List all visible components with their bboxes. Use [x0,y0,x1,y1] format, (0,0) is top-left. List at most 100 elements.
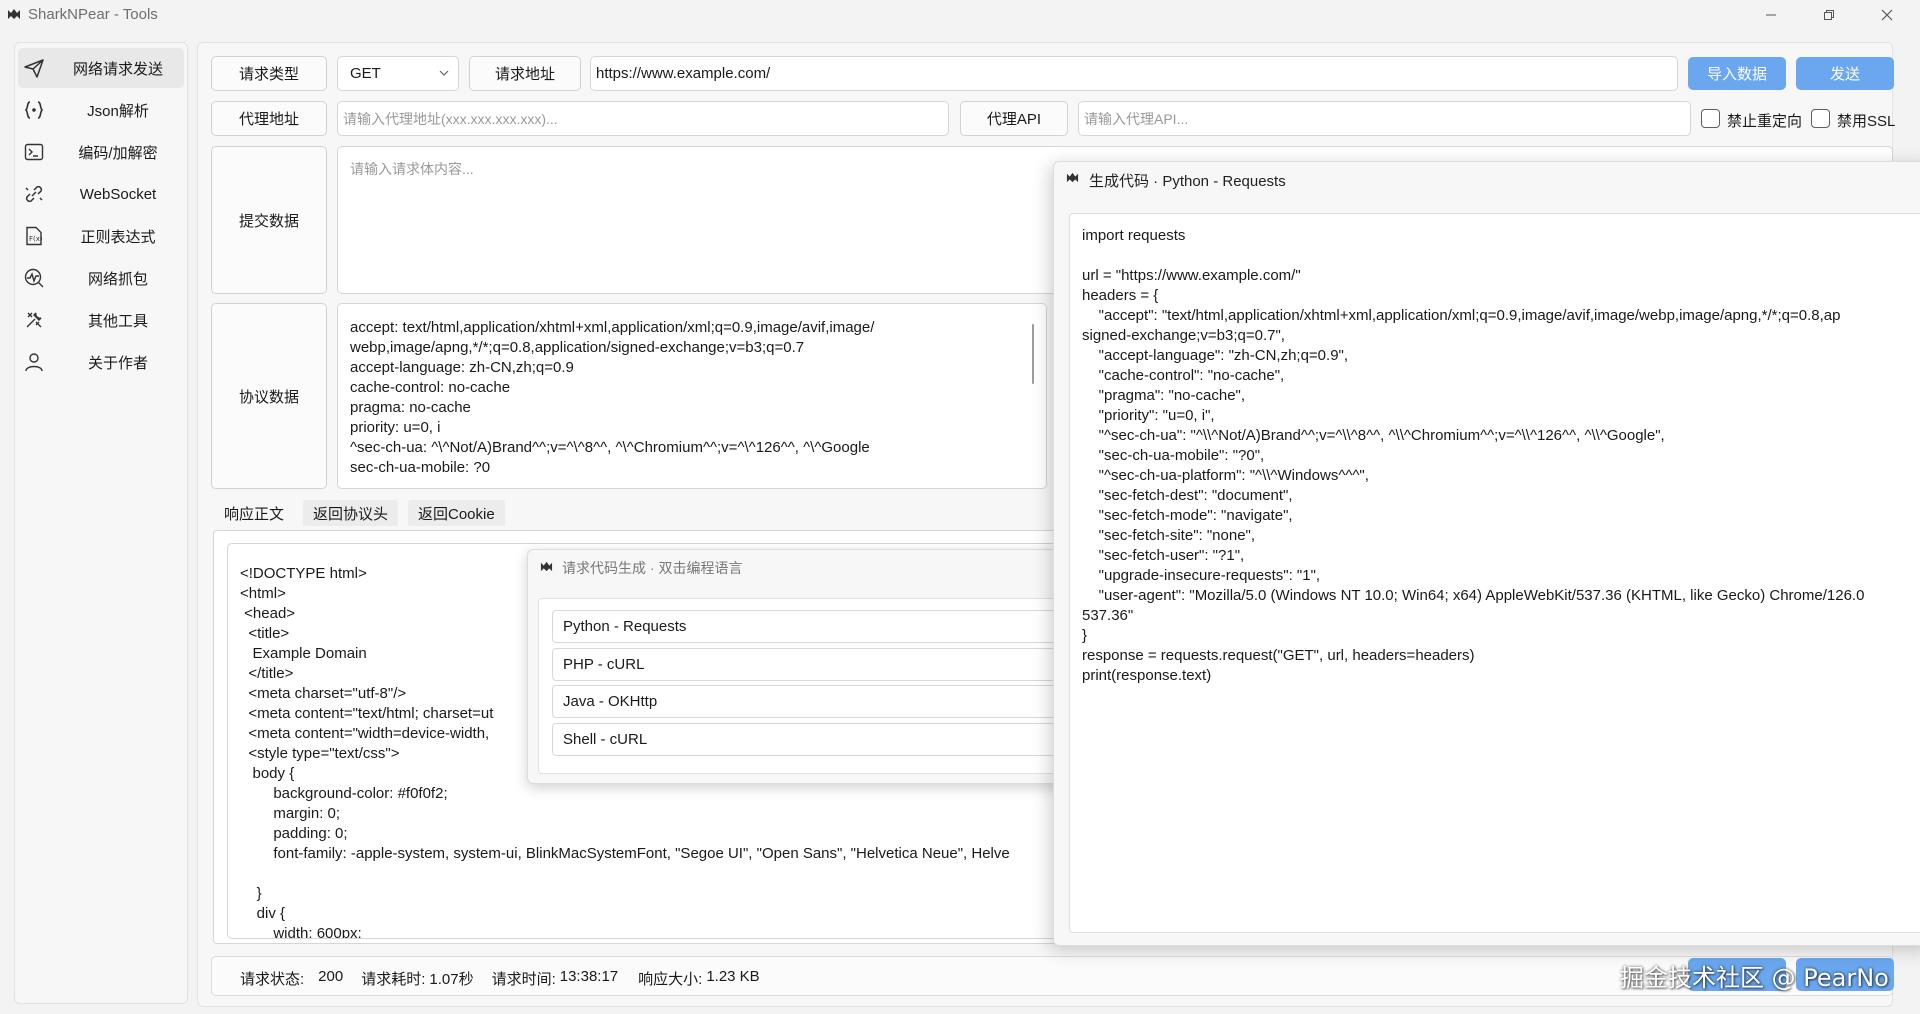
method-label-button[interactable]: 请求类型 [211,56,327,91]
sidebar: 网络请求发送 Json解析 编码/加解密 WebSocket F(x) 正则表达… [14,42,188,1004]
headers-input[interactable]: accept: text/html,application/xhtml+xml,… [337,303,1047,489]
code-line: } [1082,627,1088,644]
sidebar-item-capture[interactable]: 网络抓包 [18,258,184,298]
disable-ssl-label: 禁用SSL [1837,113,1896,130]
response-line: } [240,885,262,902]
terminal-icon [23,141,45,163]
app-logo-icon [1066,171,1079,188]
language-item-shell[interactable]: Shell - cURL [552,723,1072,756]
code-line: response = requests.request("GET", url, … [1082,647,1475,664]
status-state-label: 请求状态: [240,971,305,988]
response-line [240,864,1010,884]
restore-icon [1824,10,1834,20]
tab-response-cookie[interactable]: 返回Cookie [408,500,505,526]
status-size-value: 1.23 KB [706,968,760,985]
code-line: "upgrade-insecure-requests": "1", [1082,567,1321,584]
headers-label-button[interactable]: 协议数据 [211,303,327,489]
code-generation-dialog: 请求代码生成 · 双击编程语言 Python - Requests PHP - … [527,549,1073,784]
restore-button[interactable] [1800,0,1858,30]
tab-response-headers[interactable]: 返回协议头 [303,500,399,526]
header-line: webp,image/apng,*/*;q=0.8,application/si… [350,339,805,356]
code-line: "accept-language": "zh-CN,zh;q=0.9", [1082,347,1349,364]
language-item-java[interactable]: Java - OKHttp [552,685,1072,718]
app-logo-icon [540,560,553,577]
status-size-label: 响应大小: [638,971,703,988]
window-title: SharkNPear - Tools [28,6,158,23]
code-line: "sec-ch-ua-mobile": "?0", [1082,447,1265,464]
sidebar-item-http-request[interactable]: 网络请求发送 [18,48,184,88]
tab-response-body[interactable]: 响应正文 [214,500,295,526]
status-elapsed-value: 1.07秒 [429,971,474,988]
close-button[interactable] [1858,0,1916,30]
sidebar-item-json[interactable]: Json解析 [18,90,184,130]
sidebar-item-label: 网络抓包 [87,270,148,288]
svg-text:F(x): F(x) [29,235,43,243]
sidebar-item-encoding[interactable]: 编码/加解密 [18,132,184,172]
code-line: "pragma": "no-cache", [1082,387,1246,404]
title-bar: SharkNPear - Tools [0,0,1920,32]
send-button[interactable]: 发送 [1796,57,1894,90]
sidebar-item-about[interactable]: 关于作者 [18,342,184,382]
status-time-value: 13:38:17 [559,968,619,985]
sidebar-item-label: Json解析 [87,102,149,120]
minimize-icon [1766,14,1776,16]
url-input[interactable]: https://www.example.com/ [590,56,1678,91]
code-line: "sec-fetch-user": "?1", [1082,547,1245,564]
proxy-api-input[interactable]: 请输入代理API... [1078,101,1691,136]
code-line: "accept": "text/html,application/xhtml+x… [1082,307,1841,324]
request-body-placeholder: 请输入请求体内容... [350,161,474,177]
status-time-label: 请求时间: [491,971,556,988]
code-line: import requests [1082,227,1186,244]
code-line: url = "https://www.example.com/" [1082,267,1301,284]
sidebar-item-label: 编码/加解密 [78,144,158,162]
code-line: "sec-fetch-site": "none", [1082,527,1256,544]
import-data-button[interactable]: 导入数据 [1688,57,1786,90]
header-line: ^sec-ch-ua: ^\^Not/A)Brand^^;v=^\^8^^, ^… [350,439,870,456]
response-line: div { [240,905,286,922]
disable-ssl-checkbox[interactable] [1811,109,1830,128]
code-line: "sec-fetch-dest": "document", [1082,487,1293,504]
sidebar-item-tools[interactable]: 其他工具 [18,300,184,340]
code-line: "^sec-ch-ua-platform": "^\\^Windows^^^", [1082,467,1369,484]
language-item-python[interactable]: Python - Requests [552,610,1072,643]
sidebar-item-label: 网络请求发送 [72,60,163,78]
headers-text: accept: text/html,application/xhtml+xml,… [350,318,874,478]
proxy-input[interactable]: 请输入代理地址(xxx.xxx.xxx.xxx)... [337,101,949,136]
dialog-title: 请求代码生成 · 双击编程语言 [562,560,743,576]
url-label-button[interactable]: 请求地址 [469,56,581,91]
proxy-api-label-button[interactable]: 代理API [960,101,1068,136]
status-state-value: 200 [318,968,344,985]
code-line: "^sec-ch-ua": "^\\^Not/A)Brand^^;v=^\\^8… [1082,427,1665,444]
minimize-button[interactable] [1742,0,1800,30]
code-line: print(response.text) [1082,667,1212,684]
generated-code-output[interactable]: import requests url = "https://www.examp… [1069,213,1920,933]
response-line: font-family: -apple-system, system-ui, B… [240,845,1010,862]
status-text: 请求状态: 200 请求耗时: 1.07秒 请求时间: 13:38:17 响应大… [240,968,760,989]
language-item-php[interactable]: PHP - cURL [552,648,1072,681]
header-line: accept: text/html,application/xhtml+xml,… [350,319,875,336]
headers-scrollbar[interactable] [1032,324,1034,384]
method-value: GET [350,65,381,82]
watermark-text: 掘金技术社区 @ PearNo [1620,964,1889,992]
code-line: "sec-fetch-mode": "navigate", [1082,507,1293,524]
header-line: accept-language: zh-CN,zh;q=0.9 [350,359,574,376]
response-line: background-color: #f0f0f2; [240,785,448,802]
code-line: "cache-control": "no-cache", [1082,367,1285,384]
network-capture-icon [23,267,45,289]
link-icon [23,183,45,205]
generated-code-text: import requests url = "https://www.examp… [1082,226,1864,686]
method-select[interactable]: GET [337,56,459,91]
regex-document-icon: F(x) [23,225,45,247]
sidebar-item-label: 其他工具 [87,312,148,330]
code-window-title: 生成代码 · Python - Requests [1089,173,1286,190]
code-line: "user-agent": "Mozilla/5.0 (Windows NT 1… [1082,587,1865,604]
code-line: signed-exchange;v=b3;q=0.7", [1082,327,1285,344]
no-redirect-checkbox[interactable] [1701,109,1720,128]
sidebar-item-websocket[interactable]: WebSocket [18,174,184,214]
response-line: padding: 0; [240,825,348,842]
body-label-button[interactable]: 提交数据 [211,146,327,294]
chevron-down-icon [438,66,450,83]
proxy-label-button[interactable]: 代理地址 [211,101,327,136]
sidebar-item-regex[interactable]: F(x) 正则表达式 [18,216,184,256]
